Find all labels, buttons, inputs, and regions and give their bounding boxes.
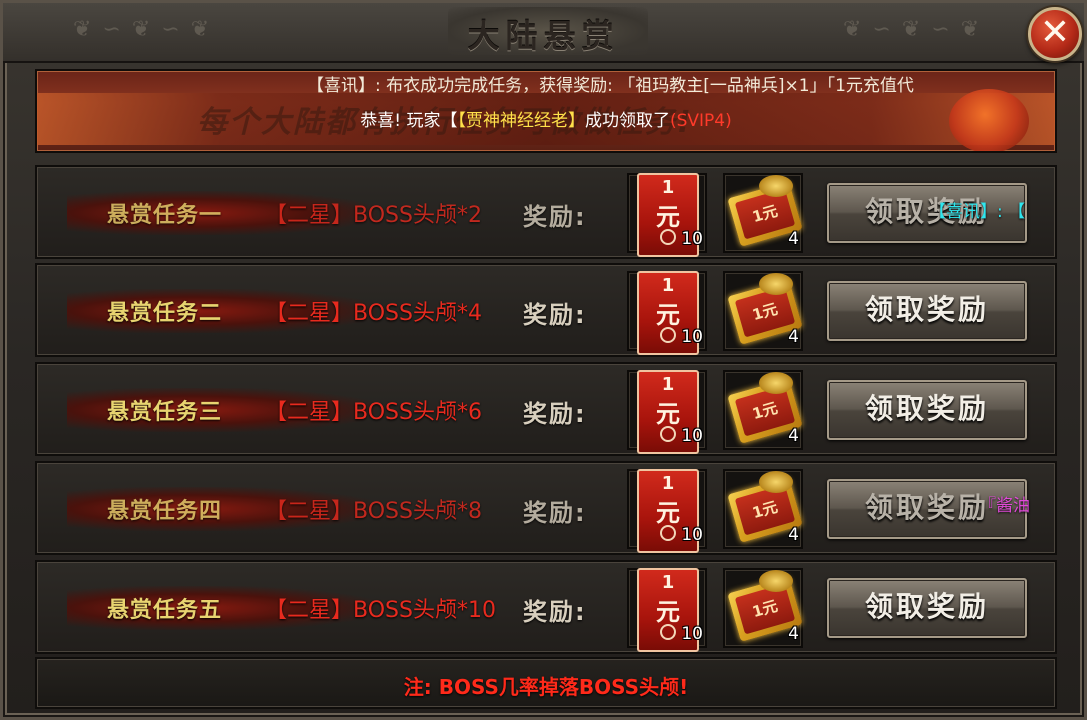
task-row: 悬赏任务五 【二星】BOSS头颅*10 奖励: 1 元 10 1元 4 领取奖励 (35, 560, 1057, 654)
task-name: 悬赏任务一 (107, 203, 223, 228)
title-ornament-right: ❦ ∽ ❦ ∽ ❦ (843, 17, 982, 42)
reward-slot-voucher[interactable]: 1元 4 (723, 370, 803, 450)
card-value: 1 (661, 177, 675, 198)
claim-reward-button[interactable]: 领取奖励 (827, 281, 1027, 341)
seal-icon (660, 525, 676, 541)
announce-prefix: 恭喜! 玩家【 (360, 111, 458, 131)
dragon-icon (759, 273, 793, 295)
item-count: 4 (788, 525, 799, 545)
announcement-banner: 每个大陆都有执行任务可做做任务! 【喜讯】: 布衣成功完成任务，获得奖励: 「祖… (35, 69, 1057, 153)
voucher-text: 1元 (734, 188, 796, 240)
card-value: 1 (661, 275, 675, 296)
reward-label: 奖励: (523, 301, 587, 329)
task-requirement: 【二星】BOSS头颅*10 (265, 598, 496, 623)
footer-note: 注: BOSS几率掉落BOSS头颅! (403, 675, 689, 699)
reward-slot-recharge-card[interactable]: 1 元 10 (627, 271, 707, 355)
reward-slot-voucher[interactable]: 1元 4 (723, 469, 803, 549)
item-count: 4 (788, 327, 799, 347)
scrolling-chat-overlay: 『酱油 (979, 496, 1030, 516)
reward-label: 奖励: (523, 598, 587, 626)
seal-icon (660, 327, 676, 343)
card-unit: 元 (656, 400, 680, 428)
card-value: 1 (661, 374, 675, 395)
close-icon: ✕ (1039, 12, 1071, 53)
scrolling-news-overlay: 【喜讯】: 【 (929, 202, 1026, 222)
dragon-icon (759, 175, 793, 197)
close-button[interactable]: ✕ (1028, 7, 1082, 61)
announce-middle: 成功领取了 (584, 111, 670, 131)
item-count: 10 (681, 327, 703, 347)
reward-slot-recharge-card[interactable]: 1 元 10 (627, 173, 707, 257)
voucher-text: 1元 (734, 385, 796, 437)
task-requirement: 【二星】BOSS头颅*6 (265, 400, 482, 425)
voucher-text: 1元 (734, 484, 796, 536)
title-bar[interactable]: ❦ ∽ ❦ ∽ ❦ 大陆悬赏 ❦ ∽ ❦ ∽ ❦ (3, 3, 1084, 63)
reward-slot-recharge-card[interactable]: 1 元 10 (627, 568, 707, 652)
card-value: 1 (661, 572, 675, 593)
reward-slot-voucher[interactable]: 1元 4 (723, 271, 803, 351)
reward-slot-recharge-card[interactable]: 1 元 10 (627, 469, 707, 553)
voucher-text: 1元 (734, 286, 796, 338)
task-name: 悬赏任务五 (107, 598, 223, 623)
card-unit: 元 (656, 499, 680, 527)
card-value: 1 (661, 473, 675, 494)
vip-badge: (SVIP4) (669, 111, 732, 131)
item-count: 4 (788, 229, 799, 249)
bounty-window: ❦ ∽ ❦ ∽ ❦ 大陆悬赏 ❦ ∽ ❦ ∽ ❦ ✕ 每个大陆都有执行任务可做做… (0, 0, 1087, 720)
claim-reward-button[interactable]: 领取奖励 (827, 578, 1027, 638)
voucher-text: 1元 (734, 583, 796, 635)
reward-slot-voucher[interactable]: 1元 4 (723, 173, 803, 253)
seal-icon (660, 624, 676, 640)
card-unit: 元 (656, 203, 680, 231)
seal-icon (660, 229, 676, 245)
dragon-icon (759, 570, 793, 592)
task-name: 悬赏任务四 (107, 499, 223, 524)
item-count: 4 (788, 624, 799, 644)
reward-slot-voucher[interactable]: 1元 4 (723, 568, 803, 648)
task-requirement: 【二星】BOSS头颅*2 (265, 203, 482, 228)
task-name: 悬赏任务二 (107, 301, 223, 326)
reward-slot-recharge-card[interactable]: 1 元 10 (627, 370, 707, 454)
news-ticker: 【喜讯】: 布衣成功完成任务，获得奖励: 「祖玛教主[一品神兵]×1」「1元充值… (307, 76, 914, 96)
item-count: 10 (681, 624, 703, 644)
item-count: 10 (681, 426, 703, 446)
claim-announcement: 恭喜! 玩家【【贾神神经经老】成功领取了(SVIP4) (37, 109, 1055, 133)
item-count: 10 (681, 525, 703, 545)
task-row: 悬赏任务四 【二星】BOSS头颅*8 奖励: 1 元 10 1元 4 领取奖励 『酱油 (35, 461, 1057, 555)
reward-label: 奖励: (523, 203, 587, 231)
item-count: 10 (681, 229, 703, 249)
claim-reward-button[interactable]: 领取奖励 (827, 380, 1027, 440)
reward-label: 奖励: (523, 400, 587, 428)
task-name: 悬赏任务三 (107, 400, 223, 425)
dragon-icon (759, 372, 793, 394)
task-row: 悬赏任务一 【二星】BOSS头颅*2 奖励: 1 元 10 1元 4 领取奖励 【喜讯】: 【 (35, 165, 1057, 259)
seal-icon (660, 426, 676, 442)
card-unit: 元 (656, 301, 680, 329)
card-unit: 元 (656, 598, 680, 626)
task-row: 悬赏任务二 【二星】BOSS头颅*4 奖励: 1 元 10 1元 4 领取奖励 (35, 263, 1057, 357)
task-row: 悬赏任务三 【二星】BOSS头颅*6 奖励: 1 元 10 1元 4 领取奖励 (35, 362, 1057, 456)
task-requirement: 【二星】BOSS头颅*4 (265, 301, 482, 326)
footer-bar: 注: BOSS几率掉落BOSS头颅! (35, 657, 1057, 709)
player-name: 【贾神神经经老】 (457, 111, 585, 131)
item-count: 4 (788, 426, 799, 446)
dragon-icon (759, 471, 793, 493)
reward-label: 奖励: (523, 499, 587, 527)
task-requirement: 【二星】BOSS头颅*8 (265, 499, 482, 524)
